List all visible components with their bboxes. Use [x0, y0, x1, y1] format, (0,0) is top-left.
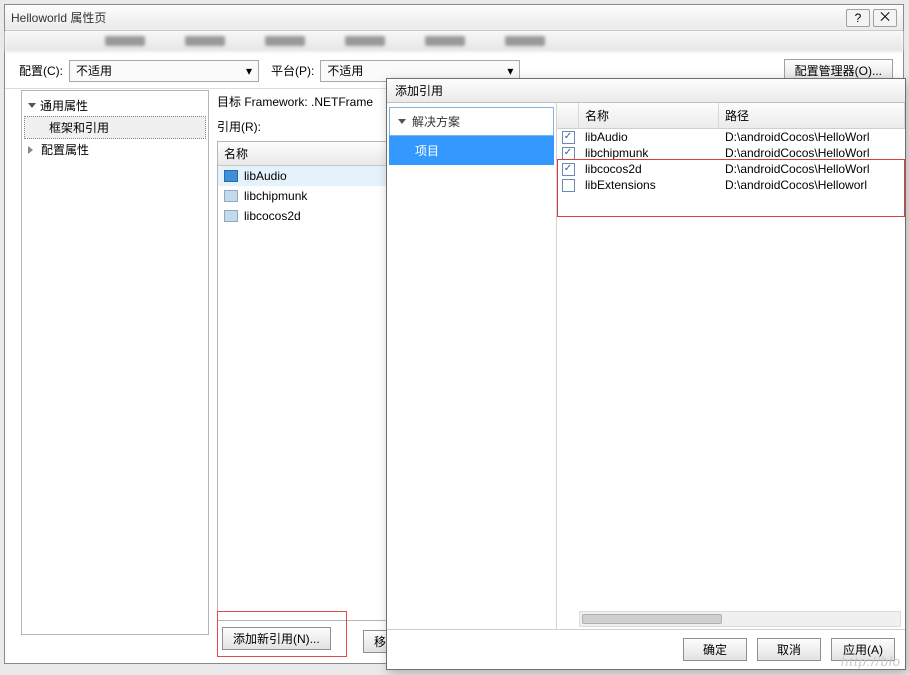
checkbox[interactable] — [562, 179, 575, 192]
grid-row[interactable]: ✓ libchipmunkD:\androidCocos\HelloWorl — [557, 145, 905, 161]
row-name: libchipmunk — [579, 146, 719, 160]
category-tree[interactable]: 通用属性 框架和引用 配置属性 — [21, 90, 209, 635]
row-path: D:\androidCocos\HelloWorl — [719, 146, 905, 160]
row-path: D:\androidCocos\HelloWorl — [719, 130, 905, 144]
grid-row[interactable]: ✓ libcocos2dD:\androidCocos\HelloWorl — [557, 161, 905, 177]
inner-footer: 确定 取消 应用(A) — [387, 629, 905, 669]
horizontal-scrollbar[interactable] — [579, 611, 901, 627]
tree-config-properties[interactable]: 配置属性 — [24, 139, 206, 160]
inner-category-panel: 解决方案 项目 — [387, 103, 557, 629]
tree-label: 配置属性 — [41, 141, 89, 158]
reference-item[interactable]: libchipmunk — [218, 186, 386, 206]
grid-header-check[interactable] — [557, 103, 579, 128]
tree-common-properties[interactable]: 通用属性 — [24, 95, 206, 116]
grid-row[interactable]: ✓ libAudioD:\androidCocos\HelloWorl — [557, 129, 905, 145]
reference-item[interactable]: libAudio — [218, 166, 386, 186]
reference-name: libAudio — [244, 169, 287, 183]
config-label: 配置(C): — [19, 62, 63, 79]
inner-title-bar[interactable]: 添加引用 — [387, 79, 905, 103]
grid-row[interactable]: libExtensionsD:\androidCocos\Helloworl — [557, 177, 905, 193]
title-bar[interactable]: Helloworld 属性页 ? ⨉ — [5, 5, 903, 31]
add-new-reference-button[interactable]: 添加新引用(N)... — [222, 627, 331, 650]
inner-title: 添加引用 — [395, 82, 443, 99]
chevron-down-icon: ▾ — [246, 64, 252, 78]
row-name: libcocos2d — [579, 162, 719, 176]
row-name: libAudio — [579, 130, 719, 144]
library-icon — [224, 190, 238, 202]
category-solution[interactable]: 解决方案 — [389, 107, 554, 136]
references-list[interactable]: 名称 libAudio libchipmunk libcocos2d — [217, 141, 387, 621]
row-path: D:\androidCocos\Helloworl — [719, 178, 905, 192]
platform-label: 平台(P): — [271, 62, 314, 79]
reference-name: libcocos2d — [244, 209, 301, 223]
window-title: Helloworld 属性页 — [11, 9, 843, 26]
inner-grid: 名称 路径 ✓libAudioD:\androidCocos\HelloWorl… — [557, 103, 905, 629]
grid-header: 名称 路径 — [557, 103, 905, 129]
row-path: D:\androidCocos\HelloWorl — [719, 162, 905, 176]
category-label: 项目 — [415, 144, 439, 158]
config-value: 不适用 — [76, 62, 112, 79]
grid-header-path[interactable]: 路径 — [719, 103, 905, 128]
add-reference-highlight: 添加新引用(N)... — [217, 611, 347, 657]
chevron-down-icon: ▾ — [507, 64, 513, 78]
grid-header-name[interactable]: 名称 — [579, 103, 719, 128]
platform-value: 不适用 — [327, 62, 363, 79]
category-project[interactable]: 项目 — [389, 136, 554, 165]
reference-item[interactable]: libcocos2d — [218, 206, 386, 226]
checkbox[interactable]: ✓ — [562, 163, 575, 176]
cancel-button[interactable]: 取消 — [757, 638, 821, 661]
tree-label: 框架和引用 — [49, 119, 109, 136]
menu-bar-blurred — [5, 31, 903, 51]
expand-icon — [28, 146, 37, 154]
close-button[interactable]: ⨉ — [873, 9, 897, 27]
category-label: 解决方案 — [412, 113, 460, 130]
expand-icon — [398, 119, 406, 124]
tree-framework-references[interactable]: 框架和引用 — [24, 116, 206, 139]
inner-body: 解决方案 项目 名称 路径 ✓libAudioD:\androidCocos\H… — [387, 103, 905, 629]
add-reference-dialog: 添加引用 解决方案 项目 名称 路径 ✓libAudioD:\androidCo… — [386, 78, 906, 670]
tree-label: 通用属性 — [40, 97, 88, 114]
library-icon — [224, 170, 238, 182]
config-combo[interactable]: 不适用 ▾ — [69, 60, 259, 82]
checkbox[interactable]: ✓ — [562, 147, 575, 160]
row-name: libExtensions — [579, 178, 719, 192]
help-button[interactable]: ? — [846, 9, 870, 27]
expand-icon — [28, 103, 36, 108]
apply-button[interactable]: 应用(A) — [831, 638, 895, 661]
scrollbar-thumb[interactable] — [582, 614, 722, 624]
library-icon — [224, 210, 238, 222]
reference-name: libchipmunk — [244, 189, 307, 203]
checkbox[interactable]: ✓ — [562, 131, 575, 144]
references-header-name[interactable]: 名称 — [218, 142, 386, 166]
ok-button[interactable]: 确定 — [683, 638, 747, 661]
